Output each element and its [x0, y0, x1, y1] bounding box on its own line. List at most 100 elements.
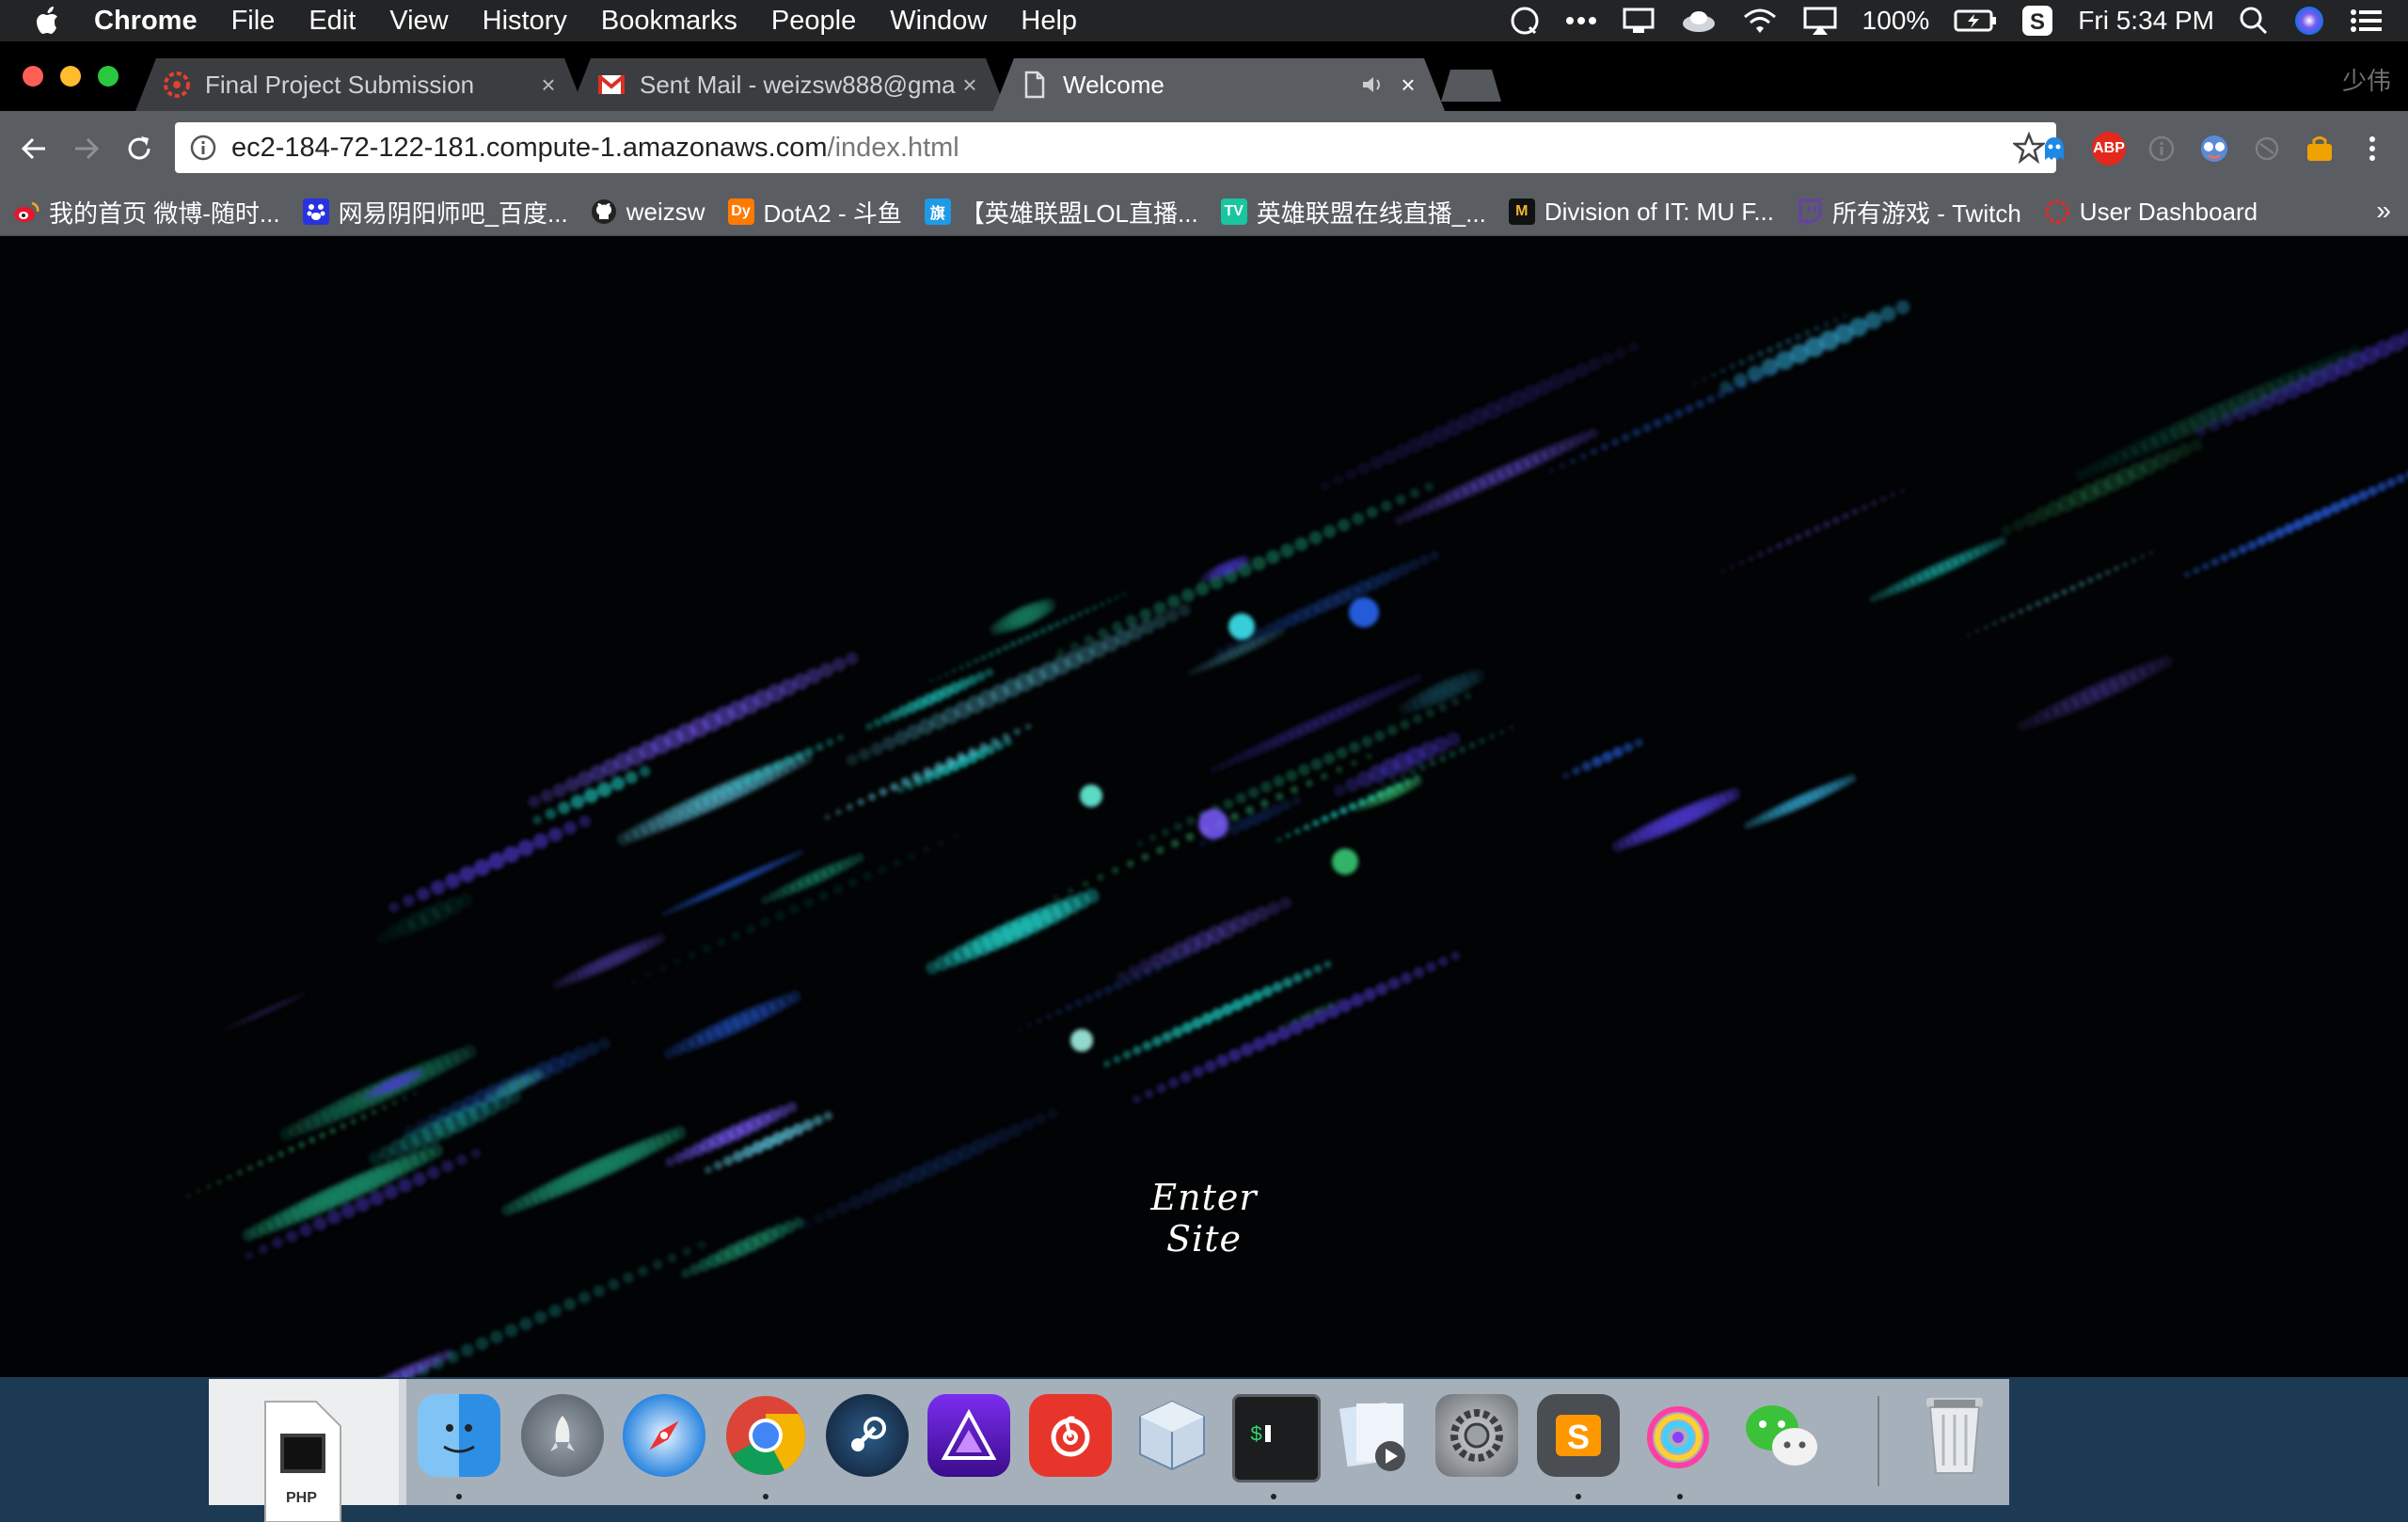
- bokeh-dot: [264, 1008, 270, 1014]
- menu-app-chrome[interactable]: Chrome: [77, 0, 214, 41]
- bokeh-dot: [461, 1344, 474, 1357]
- launchpad-icon[interactable]: [521, 1394, 604, 1477]
- bookmark-lol-live[interactable]: TV 英雄联盟在线直播_...: [1221, 195, 1486, 230]
- bokeh-dot: [1055, 1008, 1063, 1016]
- apple-menu-icon[interactable]: [21, 0, 77, 41]
- sublime-text-icon[interactable]: S: [1537, 1394, 1620, 1477]
- close-window-button[interactable]: [23, 66, 43, 87]
- preview-icon[interactable]: [1334, 1394, 1417, 1477]
- tab-audio-speaker-icon[interactable]: [1358, 70, 1388, 100]
- bokeh-dot: [653, 1260, 663, 1270]
- extension-face-icon[interactable]: [2197, 132, 2231, 166]
- extension-grey-info-icon[interactable]: [2145, 132, 2178, 166]
- bookmark-github[interactable]: weizsw: [591, 198, 705, 227]
- system-preferences-icon[interactable]: [1435, 1394, 1518, 1477]
- bookmark-user-dashboard[interactable]: User Dashboard: [2044, 198, 2258, 227]
- tab-close-icon[interactable]: ×: [534, 71, 562, 100]
- tab-title: Sent Mail - weizsw888@gmail: [640, 71, 956, 100]
- tab-final-project-submission[interactable]: Final Project Submission ×: [135, 58, 585, 111]
- more-dots-icon[interactable]: [1565, 16, 1597, 25]
- sogou-input-icon[interactable]: S: [2021, 5, 2053, 37]
- bokeh-dot: [1371, 787, 1376, 792]
- bookmark-mizzou-it[interactable]: M Division of IT: MU F...: [1509, 198, 1774, 227]
- bookmark-douyu[interactable]: Dy DotA2 - 斗鱼: [728, 195, 902, 230]
- bookmark-zhanqi[interactable]: 旗 【英雄联盟LOL直播...: [925, 195, 1198, 230]
- siri-icon[interactable]: [2293, 5, 2325, 37]
- twitch-icon: [1797, 198, 1823, 225]
- bokeh-dot: [1450, 951, 1460, 960]
- menu-window[interactable]: Window: [873, 0, 1004, 41]
- bookmark-baidu-tieba[interactable]: 网易阴阳师吧_百度...: [303, 195, 568, 230]
- bokeh-dot: [1843, 313, 1847, 318]
- wifi-icon[interactable]: [1742, 7, 1778, 35]
- bokeh-dot: [1738, 359, 1745, 366]
- extension-sync-icon[interactable]: [2250, 132, 2284, 166]
- extension-bag-icon[interactable]: [2303, 132, 2337, 166]
- bookmarks-overflow-chevron-icon[interactable]: »: [2376, 196, 2391, 226]
- tab-welcome[interactable]: Welcome ×: [993, 58, 1445, 111]
- cloud-status-icon[interactable]: [1680, 7, 1718, 35]
- display-icon[interactable]: [1622, 7, 1656, 35]
- safari-icon[interactable]: [623, 1394, 705, 1477]
- bokeh-dot: [281, 1000, 287, 1006]
- wechat-icon[interactable]: [1740, 1394, 1823, 1477]
- airplay-icon[interactable]: [1802, 6, 1838, 36]
- menu-view[interactable]: View: [372, 0, 465, 41]
- colorful-rings-app-icon[interactable]: [1639, 1394, 1721, 1477]
- steam-icon[interactable]: [826, 1394, 909, 1477]
- new-tab-button[interactable]: [1441, 70, 1501, 102]
- menu-edit[interactable]: Edit: [292, 0, 372, 41]
- bookmark-twitch[interactable]: 所有游戏 - Twitch: [1797, 195, 2021, 230]
- profile-name[interactable]: 少伟: [2342, 62, 2391, 97]
- bokeh-dot: [1730, 564, 1735, 569]
- bokeh-dot: [548, 1305, 562, 1318]
- terminal-icon[interactable]: $: [1232, 1394, 1321, 1482]
- tab-sent-mail[interactable]: Sent Mail - weizsw888@gmail ×: [570, 58, 1006, 111]
- bokeh-dot: [1174, 822, 1182, 831]
- bokeh-dot: [351, 1118, 356, 1124]
- circle-status-icon[interactable]: [1509, 5, 1541, 37]
- address-bar[interactable]: ec2-184-72-122-181.compute-1.amazonaws.c…: [175, 122, 2056, 173]
- trash-icon[interactable]: [1913, 1394, 1996, 1477]
- tab-close-icon[interactable]: ×: [1394, 71, 1422, 100]
- chrome-icon[interactable]: [724, 1394, 807, 1477]
- bookmark-weibo[interactable]: 我的首页 微博-随时...: [13, 195, 280, 230]
- enter-site-link[interactable]: Enter Site: [1110, 1177, 1298, 1260]
- notification-center-icon[interactable]: [2350, 8, 2384, 34]
- reload-button[interactable]: [119, 128, 160, 169]
- menu-file[interactable]: File: [214, 0, 293, 41]
- bokeh-dot: [1047, 625, 1054, 631]
- minimize-window-button[interactable]: [60, 66, 81, 87]
- menu-bookmarks[interactable]: Bookmarks: [584, 0, 754, 41]
- bokeh-dot: [1413, 967, 1424, 978]
- menu-help[interactable]: Help: [1004, 0, 1094, 41]
- zoom-window-button[interactable]: [98, 66, 119, 87]
- menu-history[interactable]: History: [466, 0, 584, 41]
- desktop-php-file[interactable]: PHP: [209, 1379, 406, 1505]
- bokeh-dot: [1294, 829, 1300, 834]
- bokeh-dot: [1785, 538, 1793, 546]
- extension-adblock-plus-icon[interactable]: ABP: [2092, 132, 2126, 166]
- bokeh-dot: [578, 1292, 591, 1304]
- bokeh-dot: [1069, 614, 1076, 621]
- back-button[interactable]: [13, 128, 55, 169]
- menu-bar-clock[interactable]: Fri 5:34 PM: [2078, 6, 2214, 36]
- finder-icon[interactable]: [418, 1394, 500, 1477]
- menu-people[interactable]: People: [754, 0, 873, 41]
- chrome-menu-icon[interactable]: [2355, 132, 2389, 166]
- bokeh-dot: [1975, 629, 1979, 633]
- bokeh-dot: [1728, 386, 1735, 393]
- virtualbox-icon[interactable]: [1131, 1394, 1213, 1477]
- battery-icon[interactable]: [1954, 8, 1997, 33]
- bokeh-dot: [1562, 772, 1569, 779]
- tab-close-icon[interactable]: ×: [956, 71, 984, 100]
- spotlight-search-icon[interactable]: [2239, 6, 2269, 36]
- bokeh-dot: [659, 965, 667, 973]
- netease-music-icon[interactable]: [1029, 1394, 1112, 1477]
- extension-ghostery-icon[interactable]: [2037, 132, 2071, 166]
- site-info-icon[interactable]: [188, 133, 218, 163]
- affinity-photo-icon[interactable]: [927, 1394, 1010, 1477]
- forward-button[interactable]: [66, 128, 107, 169]
- bokeh-dot: [1226, 758, 1235, 768]
- bokeh-dot: [1833, 318, 1838, 323]
